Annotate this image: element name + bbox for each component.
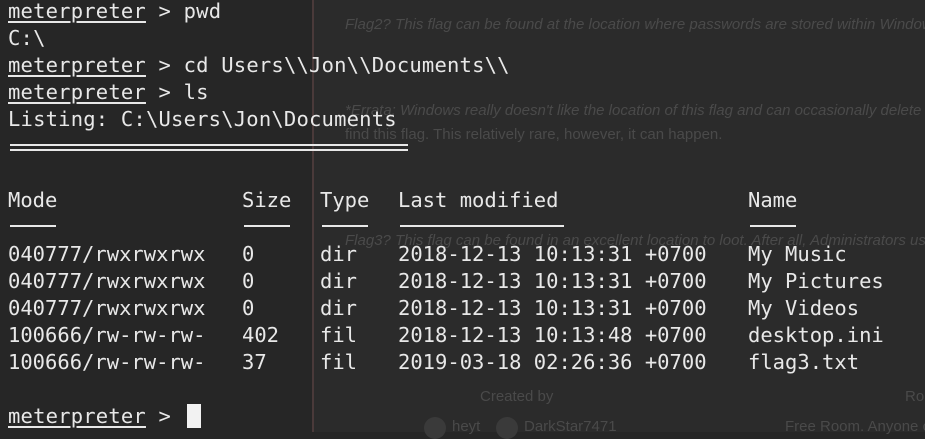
terminal-line: meterpreter > pwd xyxy=(8,0,221,25)
cell-size: 0 xyxy=(242,242,255,266)
header-underline xyxy=(244,225,290,227)
cell-mode: 040777/rwxrwxrwx xyxy=(8,296,206,320)
column-header-last-modified: Last modified xyxy=(398,188,559,212)
meterpreter-prompt: meterpreter xyxy=(8,80,146,104)
prompt-separator: > xyxy=(145,80,184,104)
cell-name: My Music xyxy=(748,242,847,266)
cell-type: dir xyxy=(320,296,358,320)
terminal-line: meterpreter > cd Users\\Jon\\Documents\\ xyxy=(8,52,510,79)
prompt-separator: > xyxy=(145,404,184,428)
listing-header: Listing: C:\Users\Jon\Documents xyxy=(8,107,397,131)
cell-size: 402 xyxy=(242,323,280,347)
cell-type: fil xyxy=(320,323,358,347)
cell-last-modified: 2018-12-13 10:13:31 +0700 xyxy=(398,296,707,320)
cell-type: fil xyxy=(320,350,358,374)
active-prompt-line[interactable]: meterpreter > xyxy=(8,403,184,430)
cell-last-modified: 2018-12-13 10:13:31 +0700 xyxy=(398,242,707,266)
command-text: cd Users\\Jon\\Documents\\ xyxy=(183,53,510,77)
header-underline xyxy=(400,225,564,227)
cell-mode: 100666/rw-rw-rw- xyxy=(8,350,206,374)
cell-name: desktop.ini xyxy=(748,323,884,347)
prompt-separator: > xyxy=(145,0,184,23)
cell-type: dir xyxy=(320,242,358,266)
cell-name: flag3.txt xyxy=(748,350,860,374)
cell-last-modified: 2018-12-13 10:13:48 +0700 xyxy=(398,323,707,347)
command-text: pwd xyxy=(183,0,222,23)
cell-size: 37 xyxy=(242,350,267,374)
meterpreter-prompt: meterpreter xyxy=(8,404,146,428)
terminal-window[interactable]: meterpreter > pwd C:\ meterpreter > cd U… xyxy=(0,0,925,432)
cell-type: dir xyxy=(320,269,358,293)
header-underline xyxy=(322,225,368,227)
column-header-size: Size xyxy=(242,188,292,212)
cell-mode: 100666/rw-rw-rw- xyxy=(8,323,206,347)
cell-name: My Pictures xyxy=(748,269,884,293)
output-line: C:\ xyxy=(8,26,46,50)
command-text: ls xyxy=(183,80,209,104)
column-header-name: Name xyxy=(748,188,798,212)
cell-last-modified: 2018-12-13 10:13:31 +0700 xyxy=(398,269,707,293)
cell-name: My Videos xyxy=(748,296,860,320)
header-underline xyxy=(750,225,796,227)
meterpreter-prompt: meterpreter xyxy=(8,0,146,23)
terminal-line: meterpreter > ls xyxy=(8,79,209,106)
cell-size: 0 xyxy=(242,296,255,320)
prompt-separator: > xyxy=(145,53,184,77)
cell-size: 0 xyxy=(242,269,255,293)
cell-mode: 040777/rwxrwxrwx xyxy=(8,242,206,266)
cell-mode: 040777/rwxrwxrwx xyxy=(8,269,206,293)
meterpreter-prompt: meterpreter xyxy=(8,53,146,77)
header-underline xyxy=(10,225,56,227)
text-cursor[interactable] xyxy=(187,404,201,428)
cell-last-modified: 2019-03-18 02:26:36 +0700 xyxy=(398,350,707,374)
listing-double-rule xyxy=(10,144,408,151)
column-header-type: Type xyxy=(320,188,370,212)
column-header-mode: Mode xyxy=(8,188,58,212)
